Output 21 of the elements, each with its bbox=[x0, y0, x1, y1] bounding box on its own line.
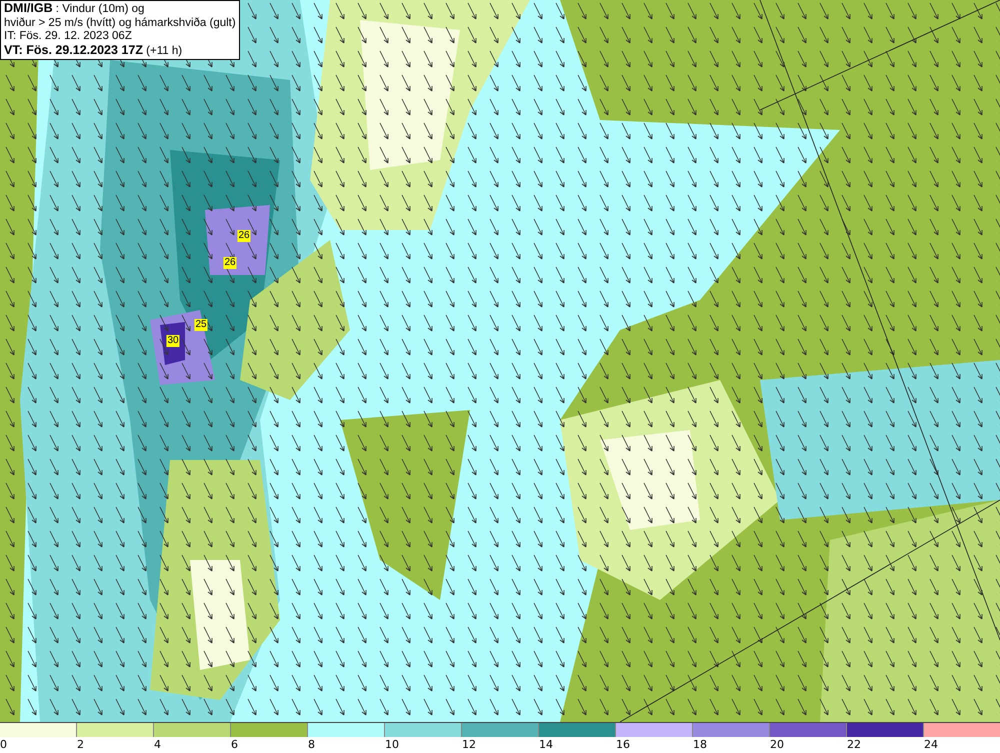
legend-tick-label: 20 bbox=[770, 737, 785, 752]
legend-tick-label: 0 bbox=[0, 737, 8, 752]
legend-tick-label: 12 bbox=[462, 737, 477, 752]
legend-tick-label: 2 bbox=[77, 737, 85, 752]
subtitle-line: hviður > 25 m/s (hvítt) og hámarkshviða (gult) bbox=[4, 16, 236, 30]
gust-label: 25 bbox=[194, 319, 208, 331]
legend-tick-label: 8 bbox=[308, 737, 316, 752]
valid-time: VT: Fös. 29.12.2023 17Z (+11 h) bbox=[4, 44, 184, 58]
legend-tick-label: 16 bbox=[616, 737, 631, 752]
legend-tick-label: 24 bbox=[924, 737, 939, 752]
legend-tick-label: 6 bbox=[231, 737, 239, 752]
title-line: DMI/IGB : Vindur (10m) og bbox=[4, 2, 146, 16]
legend-tick-label: 14 bbox=[539, 737, 554, 752]
gust-label: 26 bbox=[223, 257, 237, 269]
legend-tick-label: 10 bbox=[385, 737, 400, 752]
legend-tick-label: 4 bbox=[154, 737, 162, 752]
legend-tick-label: 22 bbox=[847, 737, 862, 752]
issue-time: IT: Fös. 29. 12. 2023 06Z bbox=[4, 30, 133, 44]
gust-label: 26 bbox=[237, 230, 251, 242]
gust-label: 30 bbox=[166, 335, 180, 347]
legend-tick-label: 18 bbox=[693, 737, 708, 752]
